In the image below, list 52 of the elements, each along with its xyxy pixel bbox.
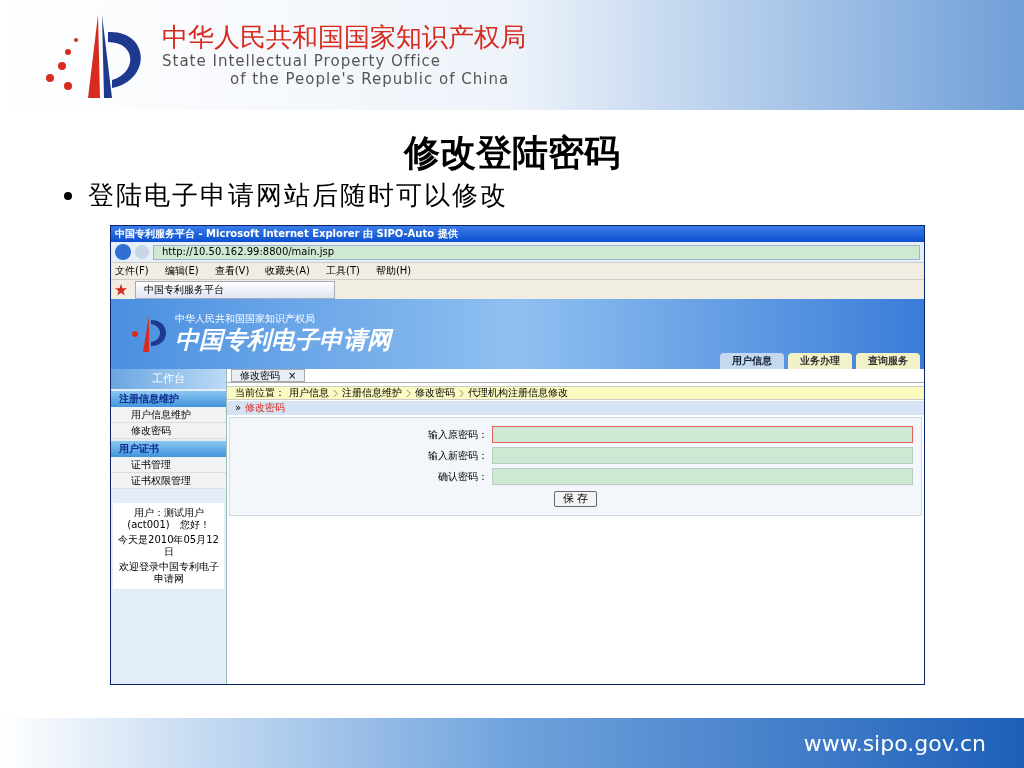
- save-button[interactable]: 保 存: [553, 491, 598, 507]
- chevron-icon: [333, 388, 338, 398]
- menu-item[interactable]: 编辑(E): [164, 265, 199, 277]
- field-label: 输入新密码：: [427, 449, 488, 462]
- close-icon[interactable]: ×: [288, 369, 297, 382]
- org-english-name: State Intellectual Property Office: [162, 52, 443, 70]
- breadcrumb-link[interactable]: 用户信息: [289, 387, 329, 399]
- breadcrumb-label: 当前位置：: [235, 387, 285, 399]
- nav-tab[interactable]: 查询服务: [856, 353, 920, 369]
- content-tab[interactable]: 修改密码 ×: [231, 369, 306, 382]
- nav-tab[interactable]: 用户信息: [720, 353, 784, 369]
- password-field[interactable]: [492, 468, 913, 485]
- org-name: 中华人民共和国国家知识产权局: [162, 22, 526, 52]
- org-name: 中华人民共和国国家知识产权局: [175, 313, 316, 325]
- bullet-icon: [64, 191, 72, 200]
- field-label: 确认密码：: [437, 470, 488, 483]
- user-info-text: 欢迎登录中国专利电子申请网: [117, 561, 220, 585]
- password-field[interactable]: [492, 426, 913, 443]
- sidebar-title: 工作台: [111, 369, 226, 389]
- user-info-text: 今天是2010年05月12日: [117, 534, 220, 558]
- back-icon[interactable]: [115, 244, 131, 260]
- menu-item[interactable]: 文件(F): [115, 265, 149, 277]
- breadcrumb-link[interactable]: 代理机构注册信息修改: [468, 387, 568, 399]
- password-field[interactable]: [492, 447, 913, 464]
- bullet-text: 登陆电子申请网站后随时可以修改: [88, 179, 508, 212]
- org-english-name: of the People's Republic of China: [229, 70, 511, 88]
- star-icon: [115, 284, 127, 296]
- address-field[interactable]: http://10.50.162.99:8800/main.jsp: [153, 244, 920, 260]
- menu-item[interactable]: 工具(T): [326, 265, 360, 277]
- menu-item[interactable]: 查看(V): [214, 265, 250, 277]
- user-info-text: 用户：测试用户(act001) 您好！: [126, 507, 211, 531]
- chevron-icon: [459, 388, 464, 398]
- window-title: 中国专利服务平台 - Microsoft Internet Explorer 由 SIPO-Auto 提供: [111, 226, 924, 242]
- sidebar-item[interactable]: 修改密码: [111, 423, 226, 439]
- sidebar-group[interactable]: 用户证书: [111, 441, 226, 457]
- breadcrumb-link[interactable]: 注册信息维护: [342, 387, 402, 399]
- section-title: 修改密码: [245, 402, 286, 414]
- browser-tab[interactable]: 中国专利服务平台: [135, 281, 335, 299]
- website-url[interactable]: www.sipo.gov.cn: [803, 726, 986, 760]
- sidebar-group[interactable]: 注册信息维护: [111, 391, 226, 407]
- sidebar-item[interactable]: 用户信息维护: [111, 407, 226, 423]
- section-marker: »: [235, 402, 242, 414]
- breadcrumb-link[interactable]: 修改密码: [415, 387, 455, 399]
- menu-item[interactable]: 收藏夹(A): [265, 265, 310, 277]
- forward-icon[interactable]: [135, 245, 149, 259]
- slide-title: 修改登陆密码: [402, 130, 621, 174]
- sidebar-item[interactable]: 证书管理: [111, 457, 226, 473]
- menu-item[interactable]: 帮助(H): [375, 265, 412, 277]
- field-label: 输入原密码：: [427, 428, 488, 441]
- nav-tab[interactable]: 业务办理: [788, 353, 852, 369]
- chevron-icon: [406, 388, 411, 398]
- sidebar-item[interactable]: 证书权限管理: [111, 473, 226, 489]
